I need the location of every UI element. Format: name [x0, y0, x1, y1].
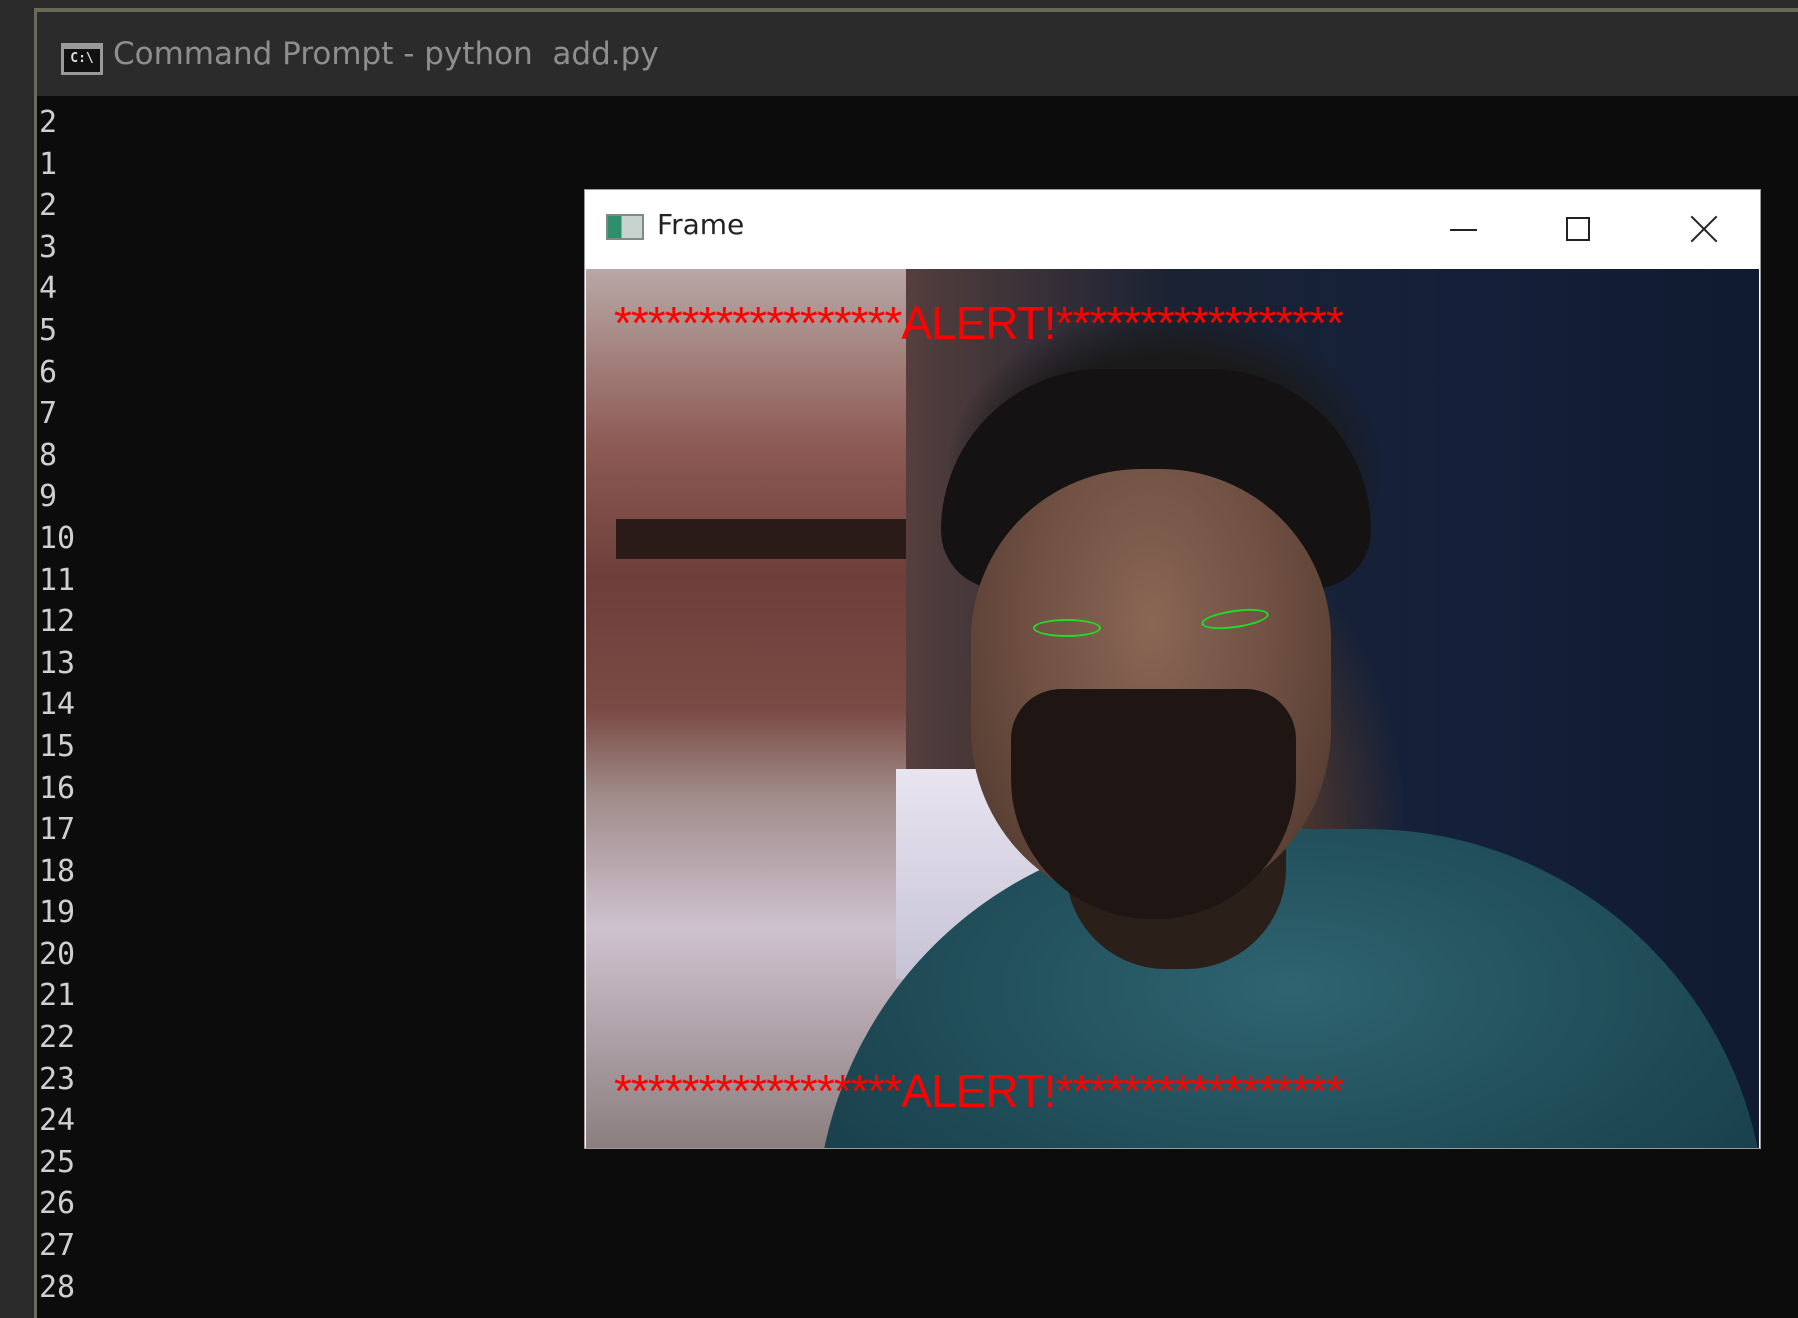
alert-text-top: *****************ALERT!***************** — [614, 297, 1344, 349]
console-line: 24 — [39, 1103, 76, 1139]
console-line: 19 — [39, 895, 76, 931]
console-line: 8 — [39, 437, 58, 473]
video-background-shelf — [616, 519, 906, 559]
console-line: 2 — [39, 188, 58, 224]
frame-app-icon — [606, 214, 644, 240]
minimize-icon — [1450, 229, 1477, 231]
console-line: 1 — [39, 146, 58, 182]
console-line: 18 — [39, 853, 76, 889]
console-line: 13 — [39, 645, 76, 681]
close-button[interactable] — [1642, 190, 1762, 269]
console-line: 28 — [39, 1269, 76, 1305]
console-line: 10 — [39, 520, 76, 556]
console-line: 15 — [39, 728, 76, 764]
console-line: 11 — [39, 562, 76, 598]
command-prompt-icon: C:\ — [61, 43, 103, 75]
console-line: 3 — [39, 229, 58, 265]
console-line: 12 — [39, 604, 76, 640]
frame-title: Frame — [657, 208, 745, 241]
console-line: 9 — [39, 479, 58, 515]
console-output: 2 1 2 3 4 5 6 7 8 9 10 11 12 13 14 15 16 17 18 19 20 21 22 23 24… — [39, 102, 559, 1308]
console-line: 25 — [39, 1144, 76, 1180]
console-line: 22 — [39, 1020, 76, 1056]
command-prompt-titlebar[interactable]: C:\ Command Prompt - python add.py — [37, 12, 1798, 96]
console-line: 23 — [39, 1061, 76, 1097]
console-line: 5 — [39, 312, 58, 348]
console-line: 17 — [39, 812, 76, 848]
alert-text-bottom: *****************ALERT!***************** — [614, 1065, 1344, 1117]
console-line: 20 — [39, 936, 76, 972]
close-icon — [1689, 214, 1719, 244]
maximize-button[interactable] — [1520, 190, 1640, 269]
left-eye-contour — [1033, 619, 1101, 637]
console-line: 6 — [39, 354, 58, 390]
frame-window[interactable]: Frame *****************ALERT!***********… — [584, 189, 1761, 1149]
maximize-icon — [1566, 217, 1590, 241]
frame-titlebar[interactable]: Frame — [585, 190, 1760, 269]
console-line: 14 — [39, 687, 76, 723]
console-line: 7 — [39, 396, 58, 432]
console-line: 21 — [39, 978, 76, 1014]
console-line: 2 — [39, 105, 58, 140]
console-line: 4 — [39, 271, 58, 307]
console-line: 27 — [39, 1228, 76, 1264]
console-line: 16 — [39, 770, 76, 806]
video-background-wall — [586, 269, 906, 1148]
webcam-video-frame: *****************ALERT!*****************… — [586, 269, 1759, 1148]
console-line: 26 — [39, 1186, 76, 1222]
minimize-button[interactable] — [1400, 190, 1520, 269]
command-prompt-title: Command Prompt - python add.py — [113, 36, 659, 72]
